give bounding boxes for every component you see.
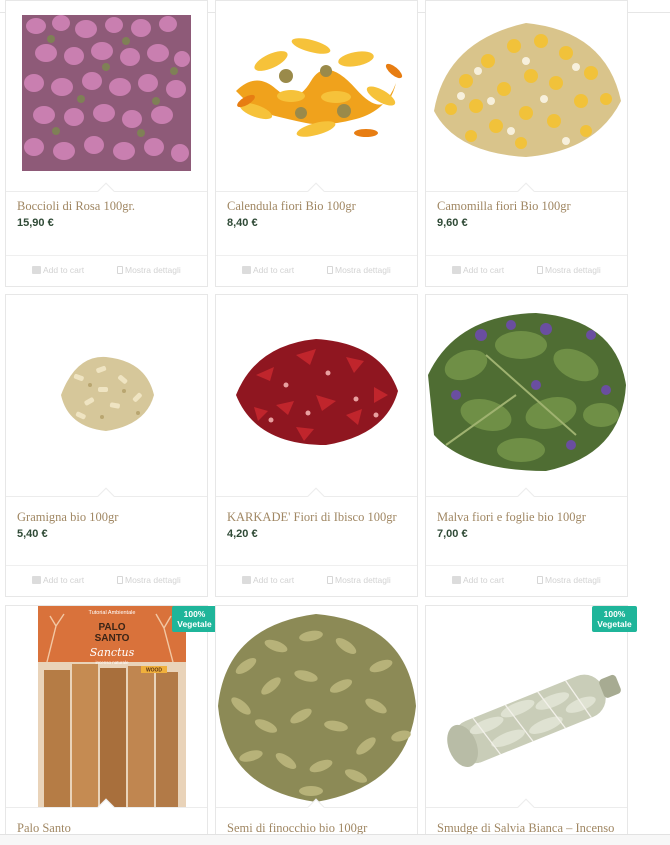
product-image-rose-buds[interactable] [6, 1, 207, 191]
product-card[interactable]: Boccioli di Rosa 100gr. 15,90 € Add to c… [5, 0, 208, 287]
show-details-label: Mostra dettagli [335, 575, 391, 585]
cart-icon [242, 576, 251, 584]
document-icon [117, 576, 123, 584]
product-image-hibiscus-flowers[interactable] [216, 295, 417, 496]
product-title[interactable]: Gramigna bio 100gr [17, 510, 118, 525]
package-brand: Tutorial Ambientale [89, 610, 136, 616]
cart-icon [32, 266, 41, 274]
card-actions: Add to cart Mostra dettagli [216, 255, 417, 287]
product-card[interactable]: Tutorial Ambientale PALO SANTO Sanctus i… [5, 605, 217, 845]
card-actions: Add to cart Mostra dettagli [216, 565, 417, 597]
package-tag: WOOD [146, 668, 162, 674]
add-to-cart-button[interactable]: Add to cart [452, 575, 504, 585]
cart-icon [242, 266, 251, 274]
add-to-cart-button[interactable]: Add to cart [242, 265, 294, 275]
show-details-label: Mostra dettagli [125, 265, 181, 275]
product-image-fennel-seeds[interactable] [216, 606, 417, 807]
product-image-mallow-leaves[interactable] [426, 295, 627, 496]
show-details-label: Mostra dettagli [545, 575, 601, 585]
add-to-cart-label: Add to cart [43, 575, 85, 585]
product-title[interactable]: KARKADE' Fiori di Ibisco 100gr [227, 510, 397, 525]
document-icon [327, 266, 333, 274]
document-icon [537, 576, 543, 584]
product-price: 5,40 € [17, 528, 48, 540]
product-title[interactable]: Calendula fiori Bio 100gr [227, 199, 356, 214]
show-details-label: Mostra dettagli [125, 575, 181, 585]
product-image-couch-grass-root[interactable] [6, 295, 207, 496]
product-card[interactable]: Malva fiori e foglie bio 100gr 7,00 € Ad… [425, 294, 628, 597]
add-to-cart-button[interactable]: Add to cart [452, 265, 504, 275]
add-to-cart-label: Add to cart [43, 265, 85, 275]
product-image-white-sage-bundle[interactable] [426, 606, 627, 807]
show-details-button[interactable]: Mostra dettagli [327, 575, 391, 585]
card-actions: Add to cart Mostra dettagli [426, 255, 627, 287]
add-to-cart-button[interactable]: Add to cart [32, 575, 84, 585]
product-image-palo-santo-package[interactable]: Tutorial Ambientale PALO SANTO Sanctus i… [6, 606, 207, 807]
show-details-button[interactable]: Mostra dettagli [117, 575, 181, 585]
product-price: 9,60 € [437, 217, 468, 229]
add-to-cart-button[interactable]: Add to cart [32, 265, 84, 275]
package-subtitle: incenso naturale [95, 660, 129, 665]
cart-icon [32, 576, 41, 584]
product-card[interactable]: 100% Vegetale Smudge di Salvia Bianca – I… [425, 605, 637, 845]
show-details-label: Mostra dettagli [545, 265, 601, 275]
add-to-cart-label: Add to cart [253, 575, 295, 585]
show-details-button[interactable]: Mostra dettagli [117, 265, 181, 275]
package-script: Sanctus [90, 646, 135, 659]
package-name-line2: SANTO [95, 633, 130, 644]
document-icon [117, 266, 123, 274]
product-title[interactable]: Camomilla fiori Bio 100gr [437, 199, 571, 214]
product-title[interactable]: Boccioli di Rosa 100gr. [17, 199, 135, 214]
document-icon [537, 266, 543, 274]
vegetable-badge: 100% Vegetale [592, 606, 637, 632]
product-title[interactable]: Malva fiori e foglie bio 100gr [437, 510, 586, 525]
add-to-cart-button[interactable]: Add to cart [242, 575, 294, 585]
vegetable-badge: 100% Vegetale [172, 606, 217, 632]
product-price: 4,20 € [227, 528, 258, 540]
bottom-bar [0, 834, 670, 845]
show-details-button[interactable]: Mostra dettagli [537, 265, 601, 275]
product-price: 8,40 € [227, 217, 258, 229]
product-card[interactable]: Semi di finocchio bio 100gr [215, 605, 418, 845]
show-details-label: Mostra dettagli [335, 265, 391, 275]
show-details-button[interactable]: Mostra dettagli [327, 265, 391, 275]
document-icon [327, 576, 333, 584]
show-details-button[interactable]: Mostra dettagli [537, 575, 601, 585]
product-price: 7,00 € [437, 528, 468, 540]
cart-icon [452, 576, 461, 584]
card-actions: Add to cart Mostra dettagli [6, 255, 207, 287]
add-to-cart-label: Add to cart [463, 265, 505, 275]
add-to-cart-label: Add to cart [253, 265, 295, 275]
product-price: 15,90 € [17, 217, 54, 229]
add-to-cart-label: Add to cart [463, 575, 505, 585]
package-name-line1: PALO [98, 622, 125, 633]
product-image-calendula-petals[interactable] [216, 1, 417, 191]
product-card[interactable]: Camomilla fiori Bio 100gr 9,60 € Add to … [425, 0, 628, 287]
cart-icon [452, 266, 461, 274]
product-card[interactable]: Gramigna bio 100gr 5,40 € Add to cart Mo… [5, 294, 208, 597]
product-card[interactable]: Calendula fiori Bio 100gr 8,40 € Add to … [215, 0, 418, 287]
product-image-chamomile-flowers[interactable] [426, 1, 627, 191]
card-actions: Add to cart Mostra dettagli [6, 565, 207, 597]
card-actions: Add to cart Mostra dettagli [426, 565, 627, 597]
product-card[interactable]: KARKADE' Fiori di Ibisco 100gr 4,20 € Ad… [215, 294, 418, 597]
